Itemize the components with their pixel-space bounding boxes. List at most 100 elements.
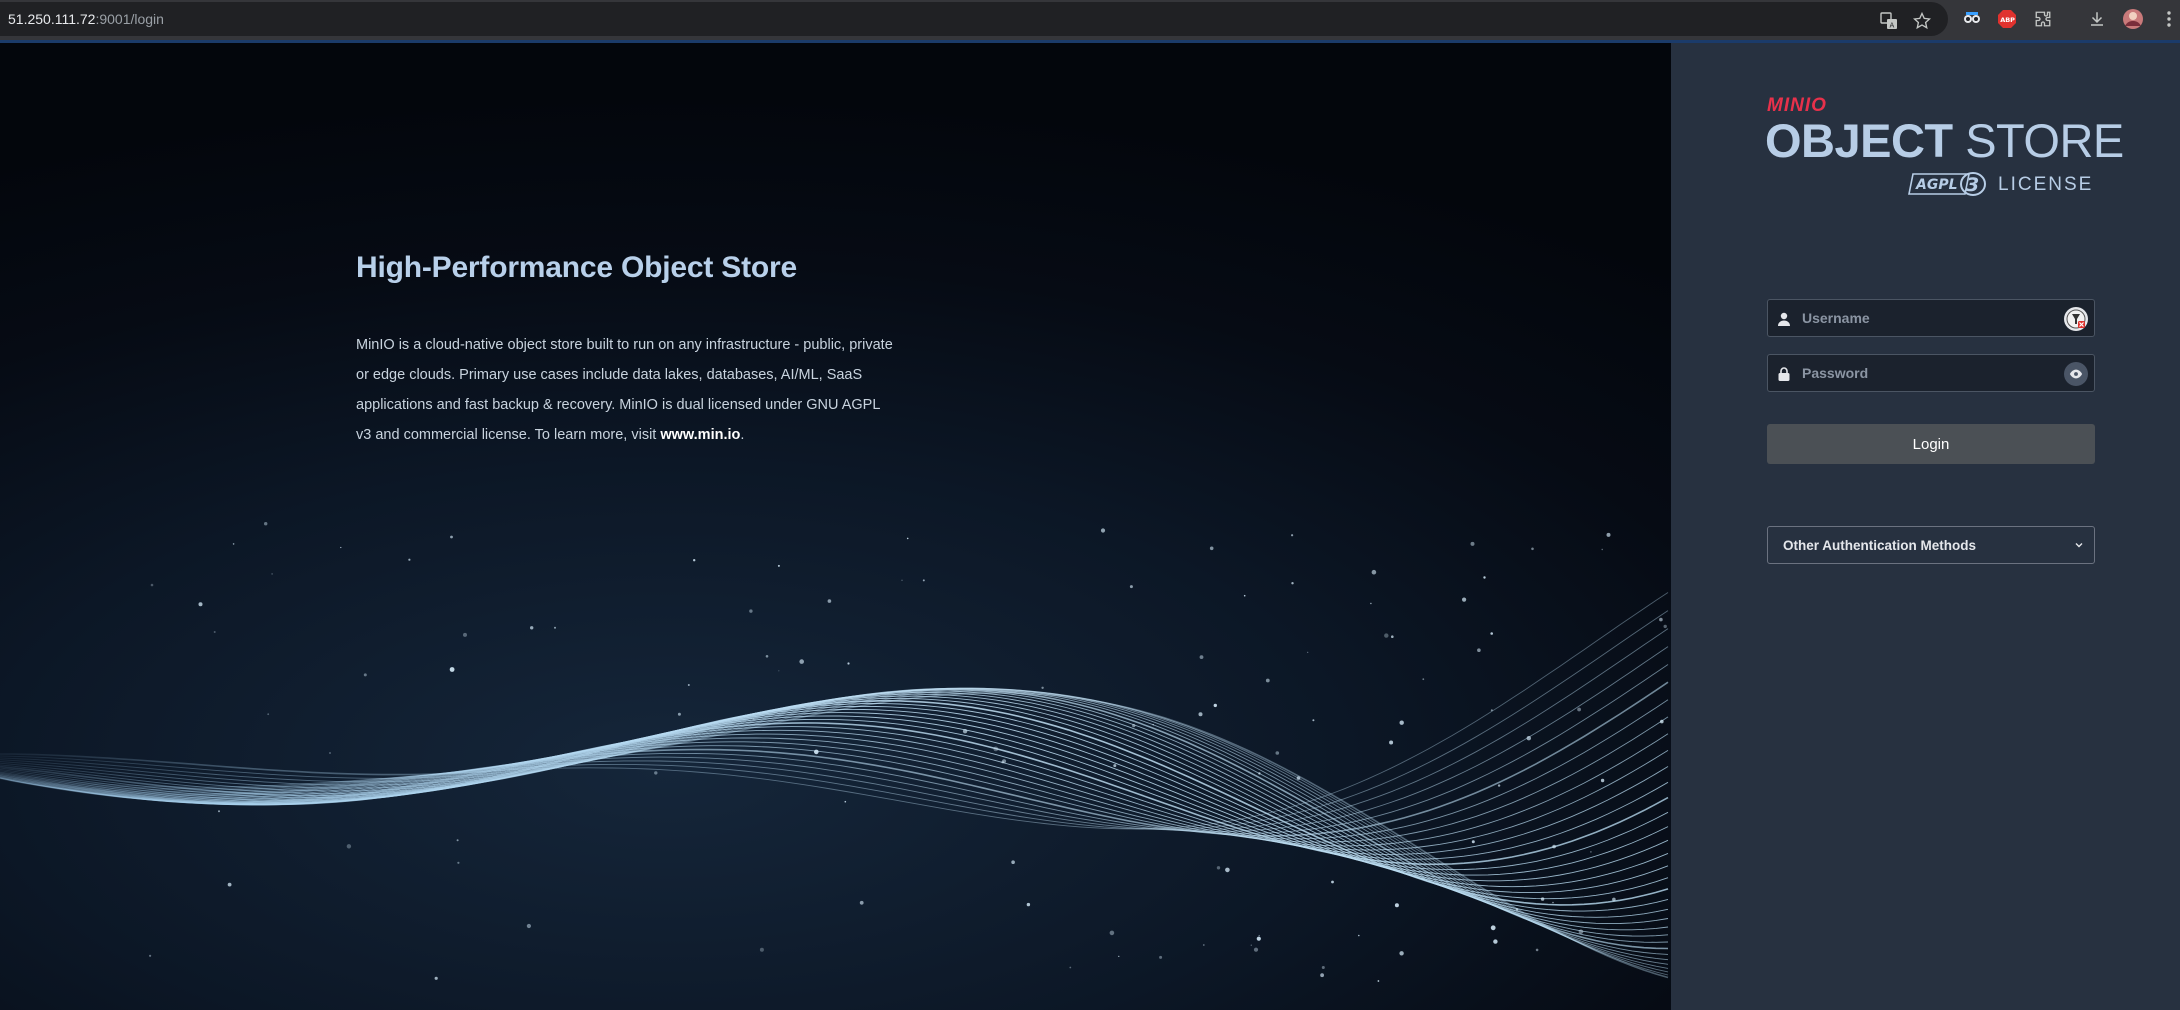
menu-kebab-icon[interactable] [2158,8,2180,30]
password-field[interactable] [1767,354,2095,392]
profile-avatar-icon[interactable] [2122,8,2144,30]
login-panel: MINIO OBJECT STORE AGPL 3 LICENSE Login … [1671,43,2180,1010]
particle-dot [1002,759,1007,764]
download-icon[interactable] [2086,8,2108,30]
particle-dot [1389,740,1394,745]
lock-icon [1778,367,1790,381]
bookmark-star-icon[interactable] [1911,10,1933,32]
particle-dot [1258,934,1260,937]
particle-dot [456,839,459,842]
particle-dot [1118,955,1120,958]
particle-dot [1225,867,1230,873]
particle-dot [1026,902,1031,907]
particle-dot [1202,944,1205,946]
particle-dot [906,537,909,540]
agpl-version: 3 [1966,174,1979,196]
particle-dot [993,746,999,752]
translate-icon[interactable]: A [1878,10,1900,32]
address-bar[interactable]: 51.250.111.72:9001/login A [0,2,1948,36]
particle-dot [1399,720,1404,725]
url-text[interactable]: 51.250.111.72:9001/login [8,11,164,27]
particle-dot [1198,712,1203,717]
particle-dot [267,713,270,716]
particle-dot [778,670,780,672]
particle-dot [1258,772,1261,775]
particle-dot [1540,897,1545,901]
logo-title: OBJECT STORE [1765,113,2124,168]
password-input[interactable] [1802,355,2052,391]
extension-eyes-icon[interactable] [1961,8,1983,30]
url-path: :9001/login [95,11,164,27]
wave-strand [0,690,1669,976]
chevron-down-icon [2075,543,2083,548]
particle-dot [1531,547,1534,551]
adblock-icon[interactable]: ABP [1996,8,2018,30]
wave-strand [0,693,1669,925]
particle-dot [1265,678,1270,683]
particle-dot [693,559,696,562]
particle-dot [1552,901,1554,904]
wave-strand [0,687,1669,955]
particle-dot [1394,903,1399,908]
password-manager-icon[interactable] [2064,307,2088,331]
particle-dot [227,882,232,887]
particle-dot [1470,541,1475,546]
particle-dot [753,718,755,720]
particle-dot [962,729,968,734]
particle-dot [1490,632,1493,635]
wave-background-image [0,522,1669,982]
particle-dot [1253,947,1259,952]
particle-dot [1497,784,1501,787]
particle-dot [1471,840,1475,844]
particle-dot [554,626,556,629]
particle-dot [799,659,804,664]
particle-dot [1296,776,1301,780]
particle-dot [1132,724,1136,728]
username-input[interactable] [1802,300,2052,336]
show-password-eye-icon[interactable] [2064,362,2088,386]
minio-website-link[interactable]: www.min.io [660,427,740,443]
logo-title-light: STORE [1952,114,2124,167]
particle-dot [198,602,203,607]
particle-dot [1213,703,1218,708]
username-field[interactable] [1767,299,2095,337]
login-button[interactable]: Login [1767,424,2095,464]
agpl-badge-icon: AGPL 3 [1908,172,1986,196]
minio-logo: MINIO OBJECT STORE AGPL 3 LICENSE [1765,95,2124,205]
other-auth-label: Other Authentication Methods [1783,538,1976,553]
particle-dot [1490,925,1496,931]
particle-dot [1331,880,1334,884]
particle-dot [1601,548,1603,551]
particle-dot [844,800,847,803]
particle-dot [271,573,273,575]
particle-dot [450,535,453,539]
agpl-text: AGPL [1915,177,1958,193]
particle-dot [1320,973,1324,978]
particle-dot [1526,736,1532,741]
particle-dot [1291,534,1294,537]
particle-dot [218,810,220,813]
wave-strand [0,688,1669,969]
user-icon [1778,312,1790,326]
svg-text:A: A [1890,22,1895,30]
hero-description: MinIO is a cloud-native object store bui… [356,330,896,450]
particle-dot [150,583,154,587]
particle-dot [1493,939,1498,944]
extensions-puzzle-icon[interactable] [2032,8,2054,30]
particle-dot [759,947,764,952]
logo-license: LICENSE [1998,174,2094,195]
particle-dot [814,749,819,755]
particle-dot [346,844,352,849]
particle-dot [1291,582,1294,585]
browser-toolbar: 51.250.111.72:9001/login A ABP [0,0,2180,40]
particle-dot [1590,851,1592,853]
particle-dot [1552,844,1556,849]
particle-dot [1612,897,1616,902]
particle-dot [213,631,216,633]
particle-dot [457,861,460,864]
other-authentication-methods-dropdown[interactable]: Other Authentication Methods [1767,526,2095,564]
particle-dot [1535,948,1539,952]
particle-dot [922,579,925,582]
particle-dot [1515,908,1519,911]
wave-strand [0,695,1669,918]
